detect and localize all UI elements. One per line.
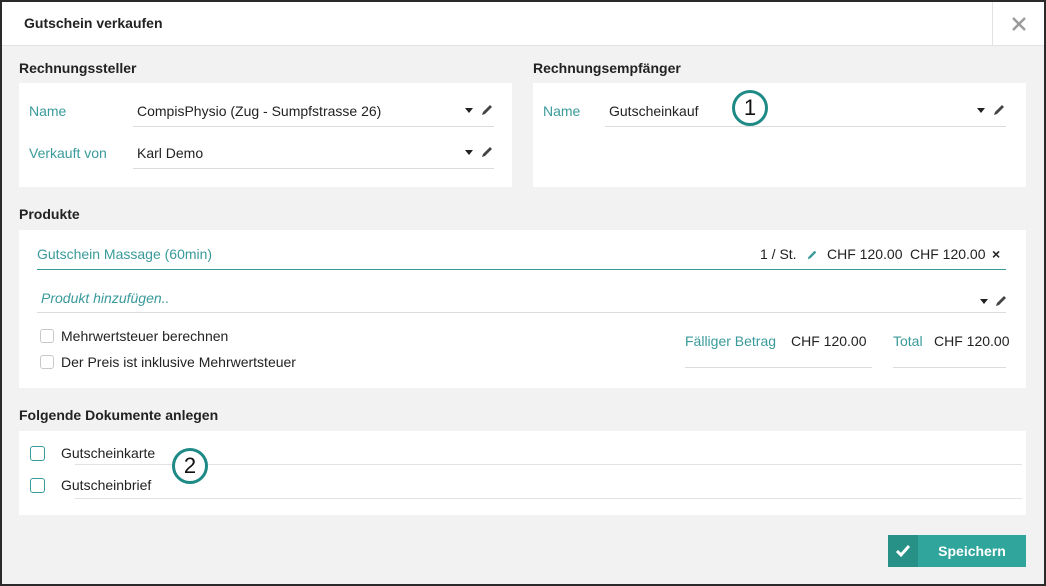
sold-by-value: Karl Demo: [137, 145, 204, 161]
recipient-name-select[interactable]: Gutscheinkauf: [605, 97, 1006, 127]
product-quantity: 1 / St.: [760, 246, 797, 262]
voucher-letter-label: Gutscheinbrief: [61, 477, 152, 493]
recipient-name-label: Name: [543, 103, 581, 119]
close-button[interactable]: [992, 2, 1044, 46]
product-underline: [37, 269, 1006, 270]
documents-section-title: Folgende Dokumente anlegen: [19, 407, 219, 423]
product-name[interactable]: Gutschein Massage (60min): [37, 246, 212, 262]
pencil-icon[interactable]: [480, 103, 494, 117]
pencil-icon[interactable]: [480, 145, 494, 159]
amount-due-value: CHF 120.00: [791, 333, 867, 349]
chevron-down-icon[interactable]: [465, 108, 473, 113]
products-panel: Gutschein Massage (60min) 1 / St. CHF 12…: [19, 230, 1026, 388]
save-button-label: Speichern: [938, 543, 1006, 559]
document-row-voucher-letter[interactable]: Gutscheinbrief: [19, 465, 1026, 499]
close-icon: [1011, 17, 1026, 31]
dialog-header: Gutschein verkaufen: [2, 2, 1044, 46]
vat-calc-label: Mehrwertsteuer berechnen: [61, 328, 229, 344]
vat-inclusive-option[interactable]: Der Preis ist inklusive Mehrwertsteuer: [40, 354, 296, 370]
row-divider: [75, 498, 1022, 499]
callout-marker-1: 1: [732, 90, 768, 126]
chevron-down-icon[interactable]: [980, 299, 988, 304]
recipient-section-title: Rechnungsempfänger: [533, 60, 681, 76]
recipient-name-row: Name Gutscheinkauf: [543, 97, 1006, 127]
recipient-name-value: Gutscheinkauf: [609, 103, 699, 119]
vat-inclusive-label: Der Preis ist inklusive Mehrwertsteuer: [61, 354, 296, 370]
sell-voucher-dialog: Gutschein verkaufen Rechnungssteller Nam…: [0, 0, 1046, 586]
vat-calc-checkbox[interactable]: [40, 329, 54, 343]
sold-by-label: Verkauft von: [29, 145, 107, 161]
recipient-panel: Name Gutscheinkauf: [533, 83, 1026, 187]
check-icon: [888, 535, 918, 567]
issuer-section-title: Rechnungssteller: [19, 60, 137, 76]
total-value: CHF 120.00: [934, 333, 1010, 349]
dialog-title: Gutschein verkaufen: [24, 15, 163, 31]
remove-product-button[interactable]: ×: [992, 246, 1000, 262]
total-label: Total: [893, 333, 923, 349]
product-total: CHF 120.00: [910, 246, 986, 262]
pencil-icon[interactable]: [806, 249, 818, 261]
documents-panel: Gutscheinkarte Gutscheinbrief: [19, 431, 1026, 515]
amount-due-label: Fälliger Betrag: [685, 333, 777, 349]
vat-calc-option[interactable]: Mehrwertsteuer berechnen: [40, 328, 228, 344]
callout-marker-2: 2: [172, 448, 208, 484]
add-product-input[interactable]: Produkt hinzufügen..: [41, 290, 169, 306]
voucher-card-label: Gutscheinkarte: [61, 445, 156, 461]
amount-due-underline: [685, 367, 872, 368]
total-underline: [893, 367, 1006, 368]
sold-by-select[interactable]: Karl Demo: [133, 139, 494, 169]
products-section-title: Produkte: [19, 206, 80, 222]
document-row-voucher-card[interactable]: Gutscheinkarte: [19, 431, 1026, 465]
chevron-down-icon[interactable]: [977, 108, 985, 113]
add-product-underline: [37, 312, 1006, 313]
issuer-name-select[interactable]: CompisPhysio (Zug - Sumpfstrasse 26): [133, 97, 494, 127]
voucher-card-checkbox[interactable]: [30, 446, 45, 461]
pencil-icon[interactable]: [994, 294, 1008, 308]
product-unit-price: CHF 120.00: [827, 246, 903, 262]
voucher-letter-checkbox[interactable]: [30, 478, 45, 493]
issuer-name-label: Name: [29, 103, 67, 119]
save-button[interactable]: Speichern: [888, 535, 1026, 567]
issuer-name-value: CompisPhysio (Zug - Sumpfstrasse 26): [137, 103, 382, 119]
issuer-name-row: Name CompisPhysio (Zug - Sumpfstrasse 26…: [29, 97, 494, 127]
sold-by-row: Verkauft von Karl Demo: [29, 139, 494, 169]
pencil-icon[interactable]: [992, 103, 1006, 117]
vat-inclusive-checkbox[interactable]: [40, 355, 54, 369]
issuer-panel: Name CompisPhysio (Zug - Sumpfstrasse 26…: [19, 83, 512, 187]
chevron-down-icon[interactable]: [465, 150, 473, 155]
